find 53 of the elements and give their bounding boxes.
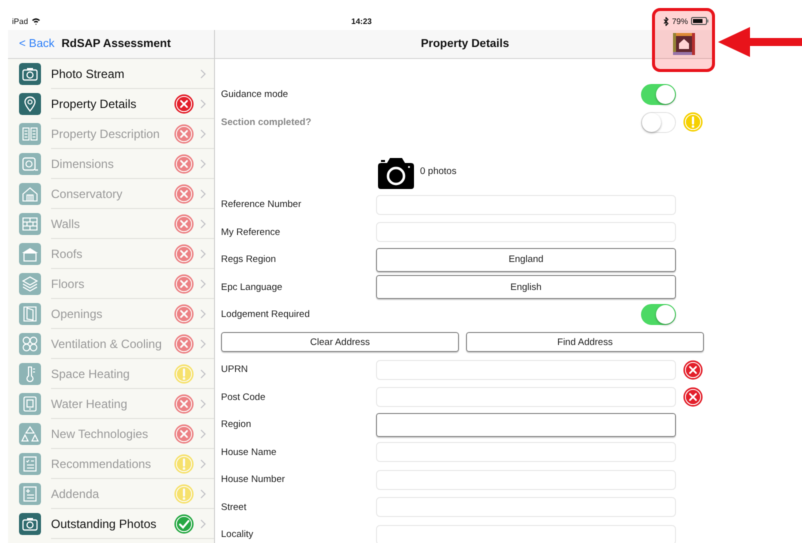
chevron-icon bbox=[200, 248, 206, 258]
sidebar-item[interactable]: Outstanding Photos bbox=[8, 509, 214, 539]
house-icon bbox=[673, 33, 695, 55]
toggle-switch[interactable] bbox=[641, 84, 676, 106]
toggle-switch[interactable] bbox=[641, 304, 676, 326]
field-label: Region bbox=[221, 419, 252, 430]
page-title: Property Details bbox=[420, 38, 510, 50]
chevron-icon bbox=[200, 368, 206, 378]
chevron-icon bbox=[200, 488, 206, 498]
field-label: House Number bbox=[221, 474, 286, 486]
chevron-icon bbox=[200, 518, 206, 528]
chevron-icon bbox=[200, 188, 206, 198]
device-name: iPad bbox=[12, 16, 28, 26]
picker-field[interactable] bbox=[376, 412, 676, 437]
field-label: Locality bbox=[221, 529, 254, 540]
photo-count: 0 photos bbox=[420, 166, 456, 177]
chevron-icon bbox=[200, 278, 206, 288]
picker-field[interactable]: England bbox=[376, 248, 676, 272]
back-button[interactable]: < Back bbox=[19, 38, 54, 50]
field-label: Lodgement Required bbox=[221, 309, 311, 320]
address-button[interactable]: Find Address bbox=[466, 332, 704, 352]
chevron-icon bbox=[200, 308, 206, 318]
chevron-icon bbox=[200, 158, 206, 168]
wifi-icon bbox=[31, 17, 42, 25]
field-label: UPRN bbox=[221, 364, 249, 376]
camera-icon bbox=[378, 157, 414, 189]
sidebar-title: RdSAP Assessment bbox=[61, 38, 171, 50]
field-label: Street bbox=[221, 502, 248, 513]
chevron-icon bbox=[200, 428, 206, 438]
field-label: Regs Region bbox=[221, 254, 277, 266]
chevron-icon bbox=[200, 338, 206, 348]
field-label: My Reference bbox=[221, 226, 282, 238]
picker-field[interactable]: English bbox=[376, 275, 676, 300]
field-label: Section completed? bbox=[221, 116, 312, 128]
field-label: Guidance mode bbox=[221, 89, 290, 100]
field-label: House Name bbox=[221, 446, 278, 458]
chevron-icon bbox=[200, 128, 206, 138]
field-label: Post Code bbox=[221, 392, 266, 403]
address-button[interactable]: Clear Address bbox=[221, 332, 459, 352]
field-label: Epc Language bbox=[221, 282, 284, 293]
bluetooth-icon bbox=[662, 16, 669, 26]
battery-percent: 79% bbox=[672, 16, 688, 26]
sidebar-item[interactable]: Photo Stream bbox=[8, 59, 214, 89]
sidebar-item[interactable]: Property Details bbox=[8, 89, 214, 119]
clock-time: 14:23 bbox=[351, 16, 372, 26]
chevron-icon bbox=[200, 398, 206, 408]
chevron-icon bbox=[200, 458, 206, 468]
highlight-box bbox=[652, 8, 715, 72]
battery-icon bbox=[691, 17, 709, 25]
chevron-icon bbox=[200, 68, 206, 78]
chevron-icon bbox=[200, 98, 206, 108]
field-label: Reference Number bbox=[221, 199, 302, 210]
chevron-icon bbox=[200, 218, 206, 228]
